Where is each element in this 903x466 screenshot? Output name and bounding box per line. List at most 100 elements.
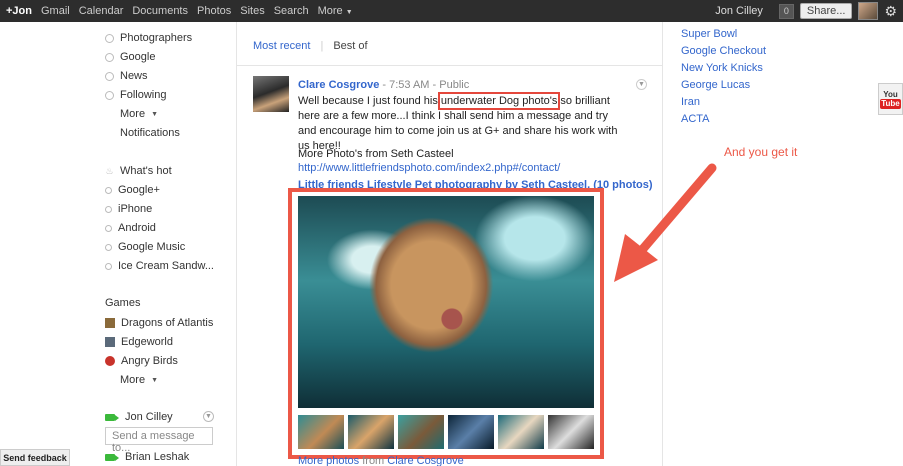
sidebar-games-more[interactable]: More ▼ <box>120 371 158 389</box>
trending-link[interactable]: Super Bowl <box>681 28 737 40</box>
trending-link[interactable]: Iran <box>681 96 700 108</box>
post-author-avatar[interactable] <box>253 76 289 112</box>
sidebar-search-whats-hot[interactable]: ♨ What's hot <box>105 162 171 180</box>
post-options-icon[interactable]: ▼ <box>636 79 647 90</box>
sidebar-search-ice-cream[interactable]: Ice Cream Sandw... <box>105 257 214 275</box>
album-thumbnail[interactable] <box>548 415 594 449</box>
post-more-from: More Photo's from Seth Casteel <box>298 148 454 160</box>
sidebar-circle-google[interactable]: Google <box>105 48 155 66</box>
album-thumbnail[interactable] <box>498 415 544 449</box>
tab-best-of[interactable]: Best of <box>333 40 367 52</box>
nav-photos[interactable]: Photos <box>197 5 231 17</box>
notification-count[interactable]: 0 <box>778 3 794 19</box>
sidebar-item-label: Ice Cream Sandw... <box>118 260 214 272</box>
sidebar-item-label: Photographers <box>120 32 193 44</box>
sidebar-circle-following[interactable]: Following <box>105 86 166 104</box>
chevron-down-icon: ▼ <box>151 110 158 118</box>
nav-calendar[interactable]: Calendar <box>79 5 124 17</box>
trending-link[interactable]: ACTA <box>681 113 710 125</box>
chat-contact-name: Brian Leshak <box>125 451 190 463</box>
nav-sites[interactable]: Sites <box>240 5 264 17</box>
divider <box>237 65 662 66</box>
post-meta: Clare Cosgrove - 7:53 AM - Public <box>298 79 469 91</box>
album-main-photo[interactable] <box>298 196 594 408</box>
sidebar-item-label: News <box>120 70 148 82</box>
top-bar: +Jon Gmail Calendar Documents Photos Sit… <box>0 0 903 22</box>
chat-self[interactable]: Jon Cilley <box>105 408 173 426</box>
post-author[interactable]: Clare Cosgrove <box>298 79 379 91</box>
chevron-down-icon: ▼ <box>151 376 158 384</box>
youtube-icon[interactable]: You Tube <box>878 83 903 115</box>
sidebar-circle-photographers[interactable]: Photographers <box>105 29 192 47</box>
left-sidebar: Photographers Google News Following More… <box>0 22 237 466</box>
album-thumbnail[interactable] <box>298 415 344 449</box>
settings-gear-icon[interactable]: ⚙ <box>884 3 897 20</box>
post-link[interactable]: http://www.littlefriendsphoto.com/index2… <box>298 162 560 174</box>
trending-link[interactable]: George Lucas <box>681 79 750 91</box>
games-heading: Games <box>105 297 141 309</box>
nav-plus-jon[interactable]: +Jon <box>6 5 32 17</box>
user-name[interactable]: Jon Cilley <box>715 5 763 17</box>
nav-more[interactable]: More ▼ <box>318 5 353 17</box>
nav-documents[interactable]: Documents <box>132 5 188 17</box>
tab-most-recent[interactable]: Most recent <box>253 40 310 52</box>
chat-search-input[interactable]: Send a message to... <box>105 427 213 454</box>
post-visibility[interactable]: Public <box>439 79 469 91</box>
more-photos-author-link[interactable]: Clare Cosgrove <box>387 455 463 466</box>
sidebar-item-label: Angry Birds <box>121 355 178 367</box>
sidebar-game-angry-birds[interactable]: Angry Birds <box>105 352 178 370</box>
trending-link[interactable]: New York Knicks <box>681 62 763 74</box>
album-thumbnails <box>298 415 594 449</box>
sidebar-item-label: Google+ <box>118 184 160 196</box>
search-icon <box>105 186 112 194</box>
sidebar-item-label: More <box>120 374 146 386</box>
youtube-tube: Tube <box>880 98 901 109</box>
sidebar-search-iphone[interactable]: iPhone <box>105 200 152 218</box>
nav-search[interactable]: Search <box>274 5 309 17</box>
sidebar-search-google-plus[interactable]: Google+ <box>105 181 160 199</box>
chat-user-name: Jon Cilley <box>125 411 173 423</box>
album-thumbnail[interactable] <box>398 415 444 449</box>
sidebar-item-label: More <box>120 108 146 120</box>
top-right: Jon Cilley 0 Share... ⚙ <box>715 0 897 22</box>
sidebar-circle-news[interactable]: News <box>105 67 148 85</box>
sidebar-item-label: Notifications <box>120 127 180 139</box>
profile-avatar[interactable] <box>858 2 879 20</box>
search-icon <box>105 205 112 213</box>
trending-link[interactable]: Google Checkout <box>681 45 766 57</box>
camera-icon <box>105 413 119 421</box>
circle-icon <box>105 90 114 100</box>
send-feedback-button[interactable]: Send feedback <box>0 449 70 466</box>
stream-tabs: Most recent | Best of <box>253 40 368 52</box>
album-thumbnail[interactable] <box>348 415 394 449</box>
chat-options-icon[interactable]: ▼ <box>203 411 214 422</box>
sidebar-item-label: Following <box>120 89 167 101</box>
search-icon <box>105 224 112 232</box>
search-icon <box>105 262 112 270</box>
post-text-part: Well because I just found his <box>298 95 441 107</box>
chat-contact[interactable]: Brian Leshak <box>105 448 189 466</box>
bird-icon <box>105 356 115 366</box>
arrow-shaft <box>637 163 717 255</box>
sidebar-notifications[interactable]: Notifications <box>120 124 180 142</box>
sidebar-circles-more[interactable]: More ▼ <box>120 105 158 123</box>
sidebar-game-edgeworld[interactable]: Edgeworld <box>105 333 173 351</box>
nav-gmail[interactable]: Gmail <box>41 5 70 17</box>
album-thumbnail[interactable] <box>448 415 494 449</box>
nav-more-label: More <box>317 5 343 17</box>
sidebar-game-dragons[interactable]: Dragons of Atlantis <box>105 314 213 332</box>
game-icon <box>105 318 115 328</box>
highlighted-phrase: underwater Dog photo's <box>437 92 561 110</box>
top-nav: +Jon Gmail Calendar Documents Photos Sit… <box>6 0 353 22</box>
youtube-you: You <box>883 89 898 99</box>
sidebar-item-label: Google Music <box>118 241 186 253</box>
more-photos-link[interactable]: More photos <box>298 455 359 466</box>
annotation-arrow <box>614 163 717 282</box>
share-button[interactable]: Share... <box>799 3 853 19</box>
sidebar-search-google-music[interactable]: Google Music <box>105 238 185 256</box>
sidebar-search-android[interactable]: Android <box>105 219 156 237</box>
flame-icon: ♨ <box>105 165 114 176</box>
post-time[interactable]: 7:53 AM <box>389 79 429 91</box>
circle-icon <box>105 33 114 43</box>
chevron-down-icon: ▼ <box>345 9 353 16</box>
